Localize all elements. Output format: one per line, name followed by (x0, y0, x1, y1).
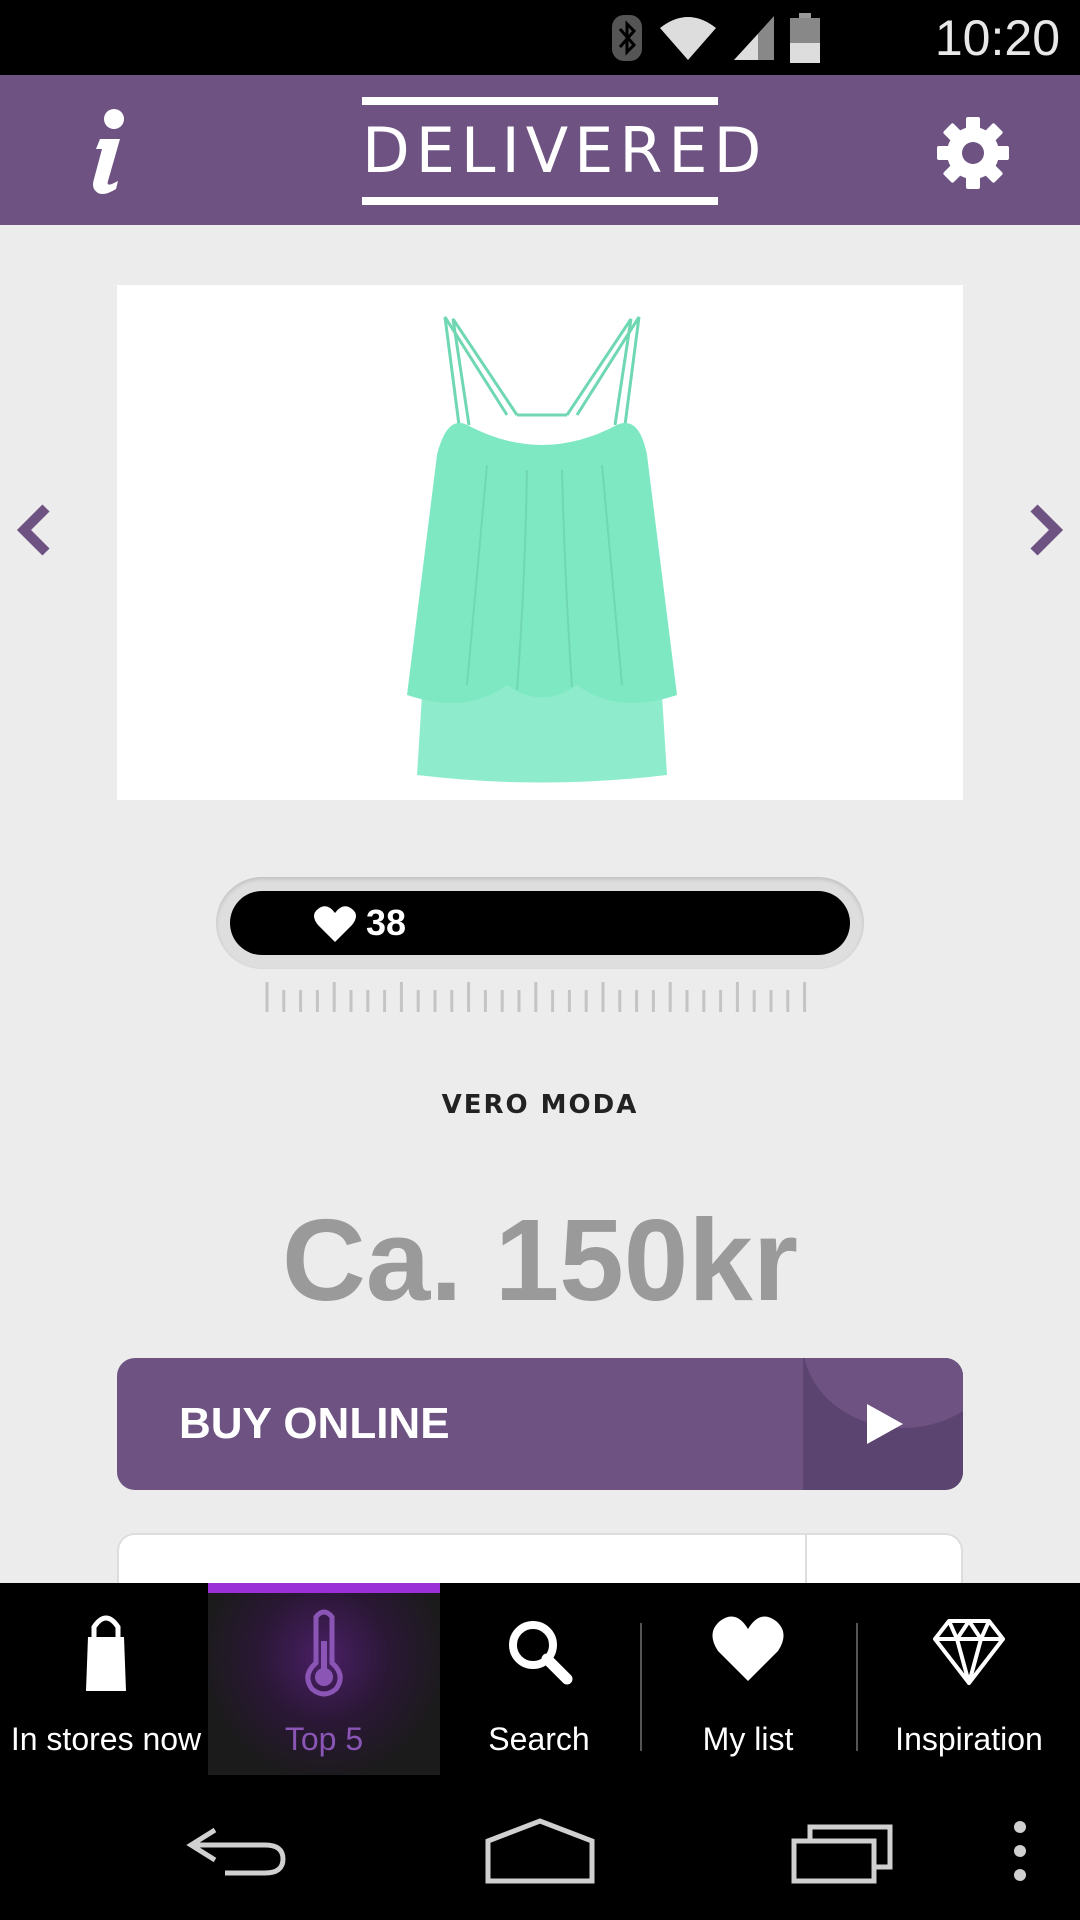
like-meter-bar: 38 (230, 891, 850, 955)
like-meter-scale (265, 982, 807, 1012)
tab-label: Top 5 (284, 1721, 364, 1757)
logo-text: DELIVERED (362, 114, 768, 187)
info-icon (93, 109, 124, 194)
tab-label: My list (702, 1721, 794, 1757)
like-count: 38 (366, 902, 407, 943)
settings-button[interactable] (935, 115, 1011, 191)
wifi-icon (660, 16, 716, 60)
product-image-card[interactable] (117, 285, 963, 800)
chevron-left-icon (16, 504, 50, 556)
recent-apps-icon[interactable] (790, 1815, 894, 1885)
system-nav-bar (0, 1775, 1080, 1920)
status-bar: 10:20 (0, 0, 1080, 75)
product-price: Ca. 150kr (282, 1195, 798, 1325)
thermometer-icon (305, 1609, 343, 1697)
heart-icon (314, 906, 356, 942)
shopping-bag-icon (86, 1615, 126, 1691)
tab-my-list[interactable]: My list (642, 1583, 854, 1775)
logo-top-rule (362, 97, 718, 105)
tab-label: Search (488, 1721, 590, 1757)
buy-online-button[interactable]: BUY ONLINE (117, 1358, 963, 1490)
info-button[interactable] (70, 107, 140, 197)
diamond-icon (933, 1619, 1005, 1685)
tab-search[interactable]: Search (440, 1583, 638, 1775)
clock: 10:20 (934, 10, 1060, 66)
app-logo: DELIVERED (362, 97, 768, 205)
gear-icon (937, 117, 1009, 189)
back-icon[interactable] (185, 1815, 295, 1885)
tab-top-5[interactable]: Top 5 (208, 1583, 440, 1775)
status-icons (610, 10, 820, 65)
tab-inspiration[interactable]: Inspiration (858, 1583, 1080, 1775)
next-product-button[interactable] (1022, 500, 1072, 560)
cell-signal-icon (734, 15, 774, 60)
tab-in-stores-now[interactable]: In stores now (0, 1583, 212, 1775)
chevron-right-icon (1030, 504, 1064, 556)
app-header: DELIVERED (0, 75, 1080, 225)
home-icon[interactable] (484, 1815, 596, 1885)
like-meter[interactable]: 38 (216, 877, 864, 969)
product-image (407, 316, 677, 783)
buy-online-label: BUY ONLINE (179, 1399, 450, 1448)
brand-name: VERO MODA (441, 1090, 639, 1120)
previous-product-button[interactable] (8, 500, 58, 560)
tab-label: In stores now (10, 1721, 202, 1757)
battery-icon (790, 12, 820, 63)
tab-label: Inspiration (895, 1721, 1043, 1757)
play-icon (867, 1404, 903, 1444)
bottom-tab-bar: In stores now Top 5 Search My list Inspi… (0, 1583, 1080, 1775)
bluetooth-icon (612, 14, 642, 61)
heart-icon (712, 1616, 784, 1681)
app-screen: 10:20 DELIVERED 38 VERO MODA Ca. 150kr B… (0, 0, 1080, 1920)
buy-online-arrow-area (803, 1358, 963, 1490)
search-icon (509, 1621, 573, 1685)
overflow-menu-icon[interactable] (1010, 1815, 1030, 1885)
logo-bottom-rule (362, 197, 718, 205)
